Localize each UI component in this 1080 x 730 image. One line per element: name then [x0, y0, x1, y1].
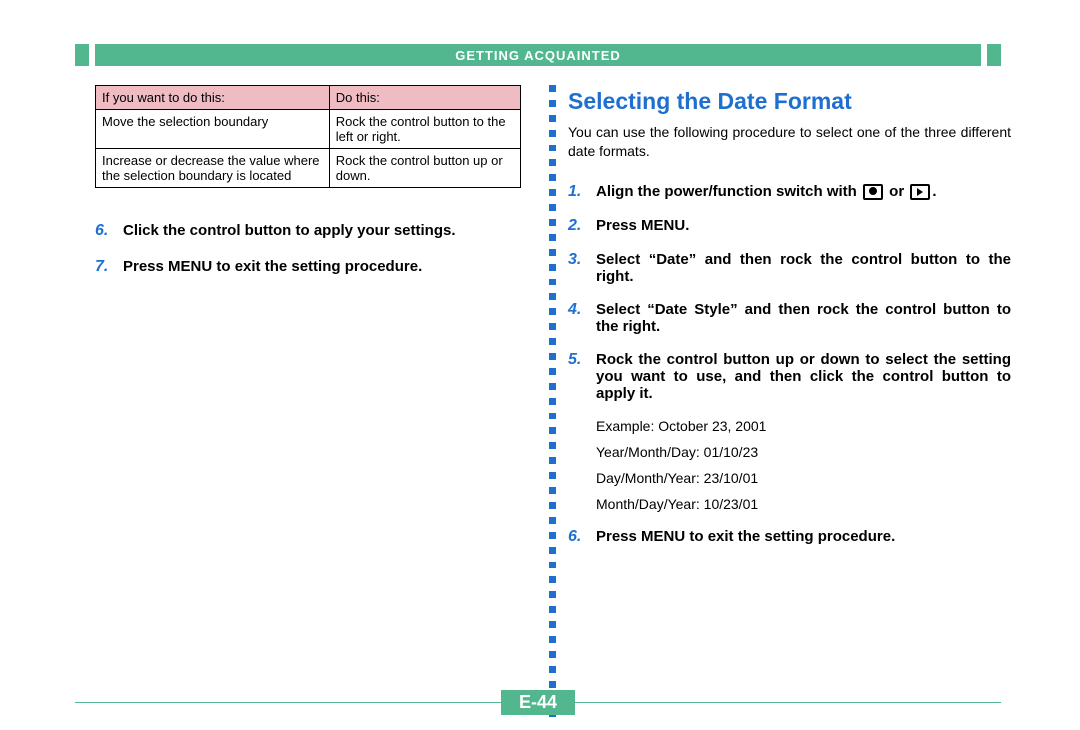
page-footer: E-44: [75, 690, 1001, 715]
action-table: If you want to do this: Do this: Move th…: [95, 85, 521, 188]
section-title: Selecting the Date Format: [568, 88, 1011, 115]
table-row: Move the selection boundary Rock the con…: [96, 110, 521, 149]
step-text: Click the control button to apply your s…: [123, 222, 521, 240]
playback-icon: [910, 184, 930, 200]
manual-page: GETTING ACQUAINTED If you want to do thi…: [0, 0, 1080, 730]
header-left-block: [75, 44, 89, 66]
step-number: 6.: [568, 528, 596, 546]
example-block: Example: October 23, 2001 Year/Month/Day…: [596, 418, 1011, 512]
step-number: 4.: [568, 301, 596, 335]
step-text: Press MENU to exit the setting procedure…: [596, 528, 1011, 546]
example-label: Example: October 23, 2001: [596, 418, 1011, 434]
step-item: 2. Press MENU.: [568, 217, 1011, 235]
step-text: Select “Date Style” and then rock the co…: [596, 301, 1011, 335]
page-number-badge: E-44: [501, 690, 575, 715]
footer-rule-left: [75, 702, 501, 703]
left-column: If you want to do this: Do this: Move th…: [95, 85, 521, 294]
example-line: Day/Month/Year: 23/10/01: [596, 470, 1011, 486]
step-item: 3. Select “Date” and then rock the contr…: [568, 251, 1011, 285]
step-text: Press MENU.: [596, 217, 1011, 235]
table-head-1: If you want to do this:: [96, 86, 330, 110]
step-text: Press MENU to exit the setting procedure…: [123, 258, 521, 276]
step-item: 5. Rock the control button up or down to…: [568, 351, 1011, 402]
camera-icon: [863, 184, 883, 200]
right-column: Selecting the Date Format You can use th…: [568, 88, 1011, 562]
left-steps: 6. Click the control button to apply you…: [95, 222, 521, 276]
step-number: 1.: [568, 183, 596, 201]
step-number: 6.: [95, 222, 123, 240]
table-cell: Rock the control button to the left or r…: [329, 110, 520, 149]
table-cell: Move the selection boundary: [96, 110, 330, 149]
step-item: 6. Click the control button to apply you…: [95, 222, 521, 240]
step-text-mid: or: [885, 183, 908, 200]
step-item: 4. Select “Date Style” and then rock the…: [568, 301, 1011, 335]
table-cell: Rock the control button up or down.: [329, 149, 520, 188]
step-item: 1. Align the power/function switch with …: [568, 183, 1011, 201]
header-right-block: [987, 44, 1001, 66]
column-divider: [546, 85, 558, 717]
table-head-2: Do this:: [329, 86, 520, 110]
lead-paragraph: You can use the following procedure to s…: [568, 123, 1011, 161]
step-item: 6. Press MENU to exit the setting proced…: [568, 528, 1011, 546]
step-number: 5.: [568, 351, 596, 402]
example-line: Month/Day/Year: 10/23/01: [596, 496, 1011, 512]
step-number: 3.: [568, 251, 596, 285]
step-text: Align the power/function switch with or …: [596, 183, 1011, 201]
step-text-end: .: [932, 183, 936, 200]
step-item: 7. Press MENU to exit the setting proced…: [95, 258, 521, 276]
example-line: Year/Month/Day: 01/10/23: [596, 444, 1011, 460]
step-text: Select “Date” and then rock the control …: [596, 251, 1011, 285]
header-bar: GETTING ACQUAINTED: [75, 44, 1001, 66]
right-steps: 1. Align the power/function switch with …: [568, 183, 1011, 546]
step-number: 2.: [568, 217, 596, 235]
table-row: Increase or decrease the value where the…: [96, 149, 521, 188]
step-text-pre: Align the power/function switch with: [596, 183, 861, 200]
step-number: 7.: [95, 258, 123, 276]
section-badge: GETTING ACQUAINTED: [95, 44, 981, 66]
step-text: Rock the control button up or down to se…: [596, 351, 1011, 402]
table-cell: Increase or decrease the value where the…: [96, 149, 330, 188]
footer-rule-right: [575, 702, 1001, 703]
